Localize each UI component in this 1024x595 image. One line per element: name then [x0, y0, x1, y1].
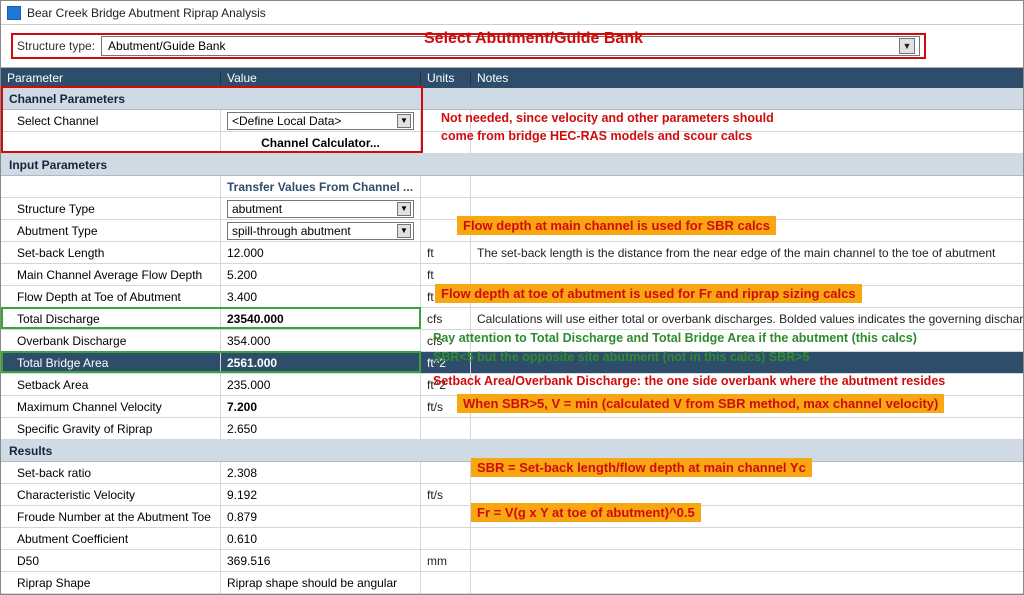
row-specific-gravity: Specific Gravity of Riprap 2.650 [1, 418, 1023, 440]
chevron-down-icon[interactable]: ▼ [397, 224, 411, 238]
section-channel-params: Channel Parameters [1, 88, 1023, 110]
param-label: Total Bridge Area [1, 352, 221, 373]
chevron-down-icon[interactable]: ▼ [899, 38, 915, 54]
app-icon [7, 6, 21, 20]
structure-type-value: Abutment/Guide Bank [108, 39, 225, 53]
value-cell[interactable]: 2561.000 [221, 352, 421, 373]
annotation-pay-attention-l1: Pay attention to Total Discharge and Tot… [433, 331, 917, 345]
chevron-down-icon[interactable]: ▼ [397, 202, 411, 216]
col-parameter[interactable]: Parameter [1, 71, 221, 85]
row-setback-length: Set-back Length 12.000 ft The set-back l… [1, 242, 1023, 264]
value-cell: 0.610 [221, 528, 421, 549]
titlebar: Bear Creek Bridge Abutment Riprap Analys… [1, 1, 1023, 25]
param-label: Select Channel [1, 110, 221, 131]
notes-cell: The set-back length is the distance from… [471, 242, 1023, 263]
param-label: Maximum Channel Velocity [1, 396, 221, 417]
value-cell[interactable]: 235.000 [221, 374, 421, 395]
chevron-down-icon[interactable]: ▼ [397, 114, 411, 128]
units-cell: cfs [421, 308, 471, 329]
param-label: Riprap Shape [1, 572, 221, 593]
value-cell: 0.879 [221, 506, 421, 527]
col-notes[interactable]: Notes [471, 71, 1023, 85]
units-cell: mm [421, 550, 471, 571]
annotation-setback-overbank: Setback Area/Overbank Discharge: the one… [433, 374, 945, 388]
section-input-params: Input Parameters [1, 154, 1023, 176]
param-label: Froude Number at the Abutment Toe [1, 506, 221, 527]
annotation-fr-eq: Fr = V(g x Y at toe of abutment)^0.5 [471, 503, 701, 522]
param-label: Abutment Coefficient [1, 528, 221, 549]
row-mc-depth: Main Channel Average Flow Depth 5.200 ft [1, 264, 1023, 286]
param-label: Total Discharge [1, 308, 221, 329]
annotation-sbr-eq: SBR = Set-back length/flow depth at main… [471, 458, 812, 477]
value-cell[interactable]: 354.000 [221, 330, 421, 351]
value-cell: 9.192 [221, 484, 421, 505]
value-cell[interactable]: 12.000 [221, 242, 421, 263]
param-label: Main Channel Average Flow Depth [1, 264, 221, 285]
param-label: Overbank Discharge [1, 330, 221, 351]
param-label: Abutment Type [1, 220, 221, 241]
param-label: Characteristic Velocity [1, 484, 221, 505]
param-label: Set-back Length [1, 242, 221, 263]
value-cell[interactable]: 7.200 [221, 396, 421, 417]
row-total-discharge: Total Discharge 23540.000 cfs Calculatio… [1, 308, 1023, 330]
param-label: Structure Type [1, 198, 221, 219]
value-cell: 369.516 [221, 550, 421, 571]
param-label: Set-back ratio [1, 462, 221, 483]
param-label: Specific Gravity of Riprap [1, 418, 221, 439]
units-cell: ft/s [421, 484, 471, 505]
row-transfer: Transfer Values From Channel ... [1, 176, 1023, 198]
col-value[interactable]: Value [221, 71, 421, 85]
value-cell[interactable]: 5.200 [221, 264, 421, 285]
grid-header: Parameter Value Units Notes [1, 68, 1023, 88]
units-cell: ft [421, 264, 471, 285]
units-cell: ft [421, 242, 471, 263]
param-label: Setback Area [1, 374, 221, 395]
row-d50: D50 369.516 mm [1, 550, 1023, 572]
transfer-link[interactable]: Transfer Values From Channel ... [221, 176, 421, 197]
abutment-type-combo[interactable]: spill-through abutment ▼ [227, 222, 414, 240]
value-cell: 2.308 [221, 462, 421, 483]
row-riprap-shape: Riprap Shape Riprap shape should be angu… [1, 572, 1023, 594]
value-cell[interactable]: 23540.000 [221, 308, 421, 329]
select-channel-combo[interactable]: <Define Local Data> ▼ [227, 112, 414, 130]
value-cell: Riprap shape should be angular [221, 572, 421, 593]
param-label: Flow Depth at Toe of Abutment [1, 286, 221, 307]
annotation-sbr5v: When SBR>5, V = min (calculated V from S… [457, 394, 944, 413]
structure-type-combo[interactable]: abutment ▼ [227, 200, 414, 218]
structure-type-label: Structure type: [17, 39, 95, 53]
annotation-pay-attention-l2: SBR<5 but the opposite site abutment (no… [433, 350, 809, 364]
param-label: D50 [1, 550, 221, 571]
select-channel-value: <Define Local Data> [232, 114, 341, 128]
annotation-flow-depth-mc: Flow depth at main channel is used for S… [457, 216, 776, 235]
annotation-not-needed-l2: come from bridge HEC-RAS models and scou… [441, 129, 752, 143]
value-cell[interactable]: 2.650 [221, 418, 421, 439]
window-title: Bear Creek Bridge Abutment Riprap Analys… [27, 6, 266, 20]
value-cell[interactable]: 3.400 [221, 286, 421, 307]
row-abutment-coefficient: Abutment Coefficient 0.610 [1, 528, 1023, 550]
col-units[interactable]: Units [421, 71, 471, 85]
annotation-not-needed-l1: Not needed, since velocity and other par… [441, 111, 774, 125]
annotation-flow-depth-toe: Flow depth at toe of abutment is used fo… [435, 284, 862, 303]
notes-cell: Calculations will use either total or ov… [471, 308, 1023, 329]
annotation-select-abutment: Select Abutment/Guide Bank [424, 30, 643, 48]
channel-calculator-link[interactable]: Channel Calculator... [221, 132, 421, 153]
